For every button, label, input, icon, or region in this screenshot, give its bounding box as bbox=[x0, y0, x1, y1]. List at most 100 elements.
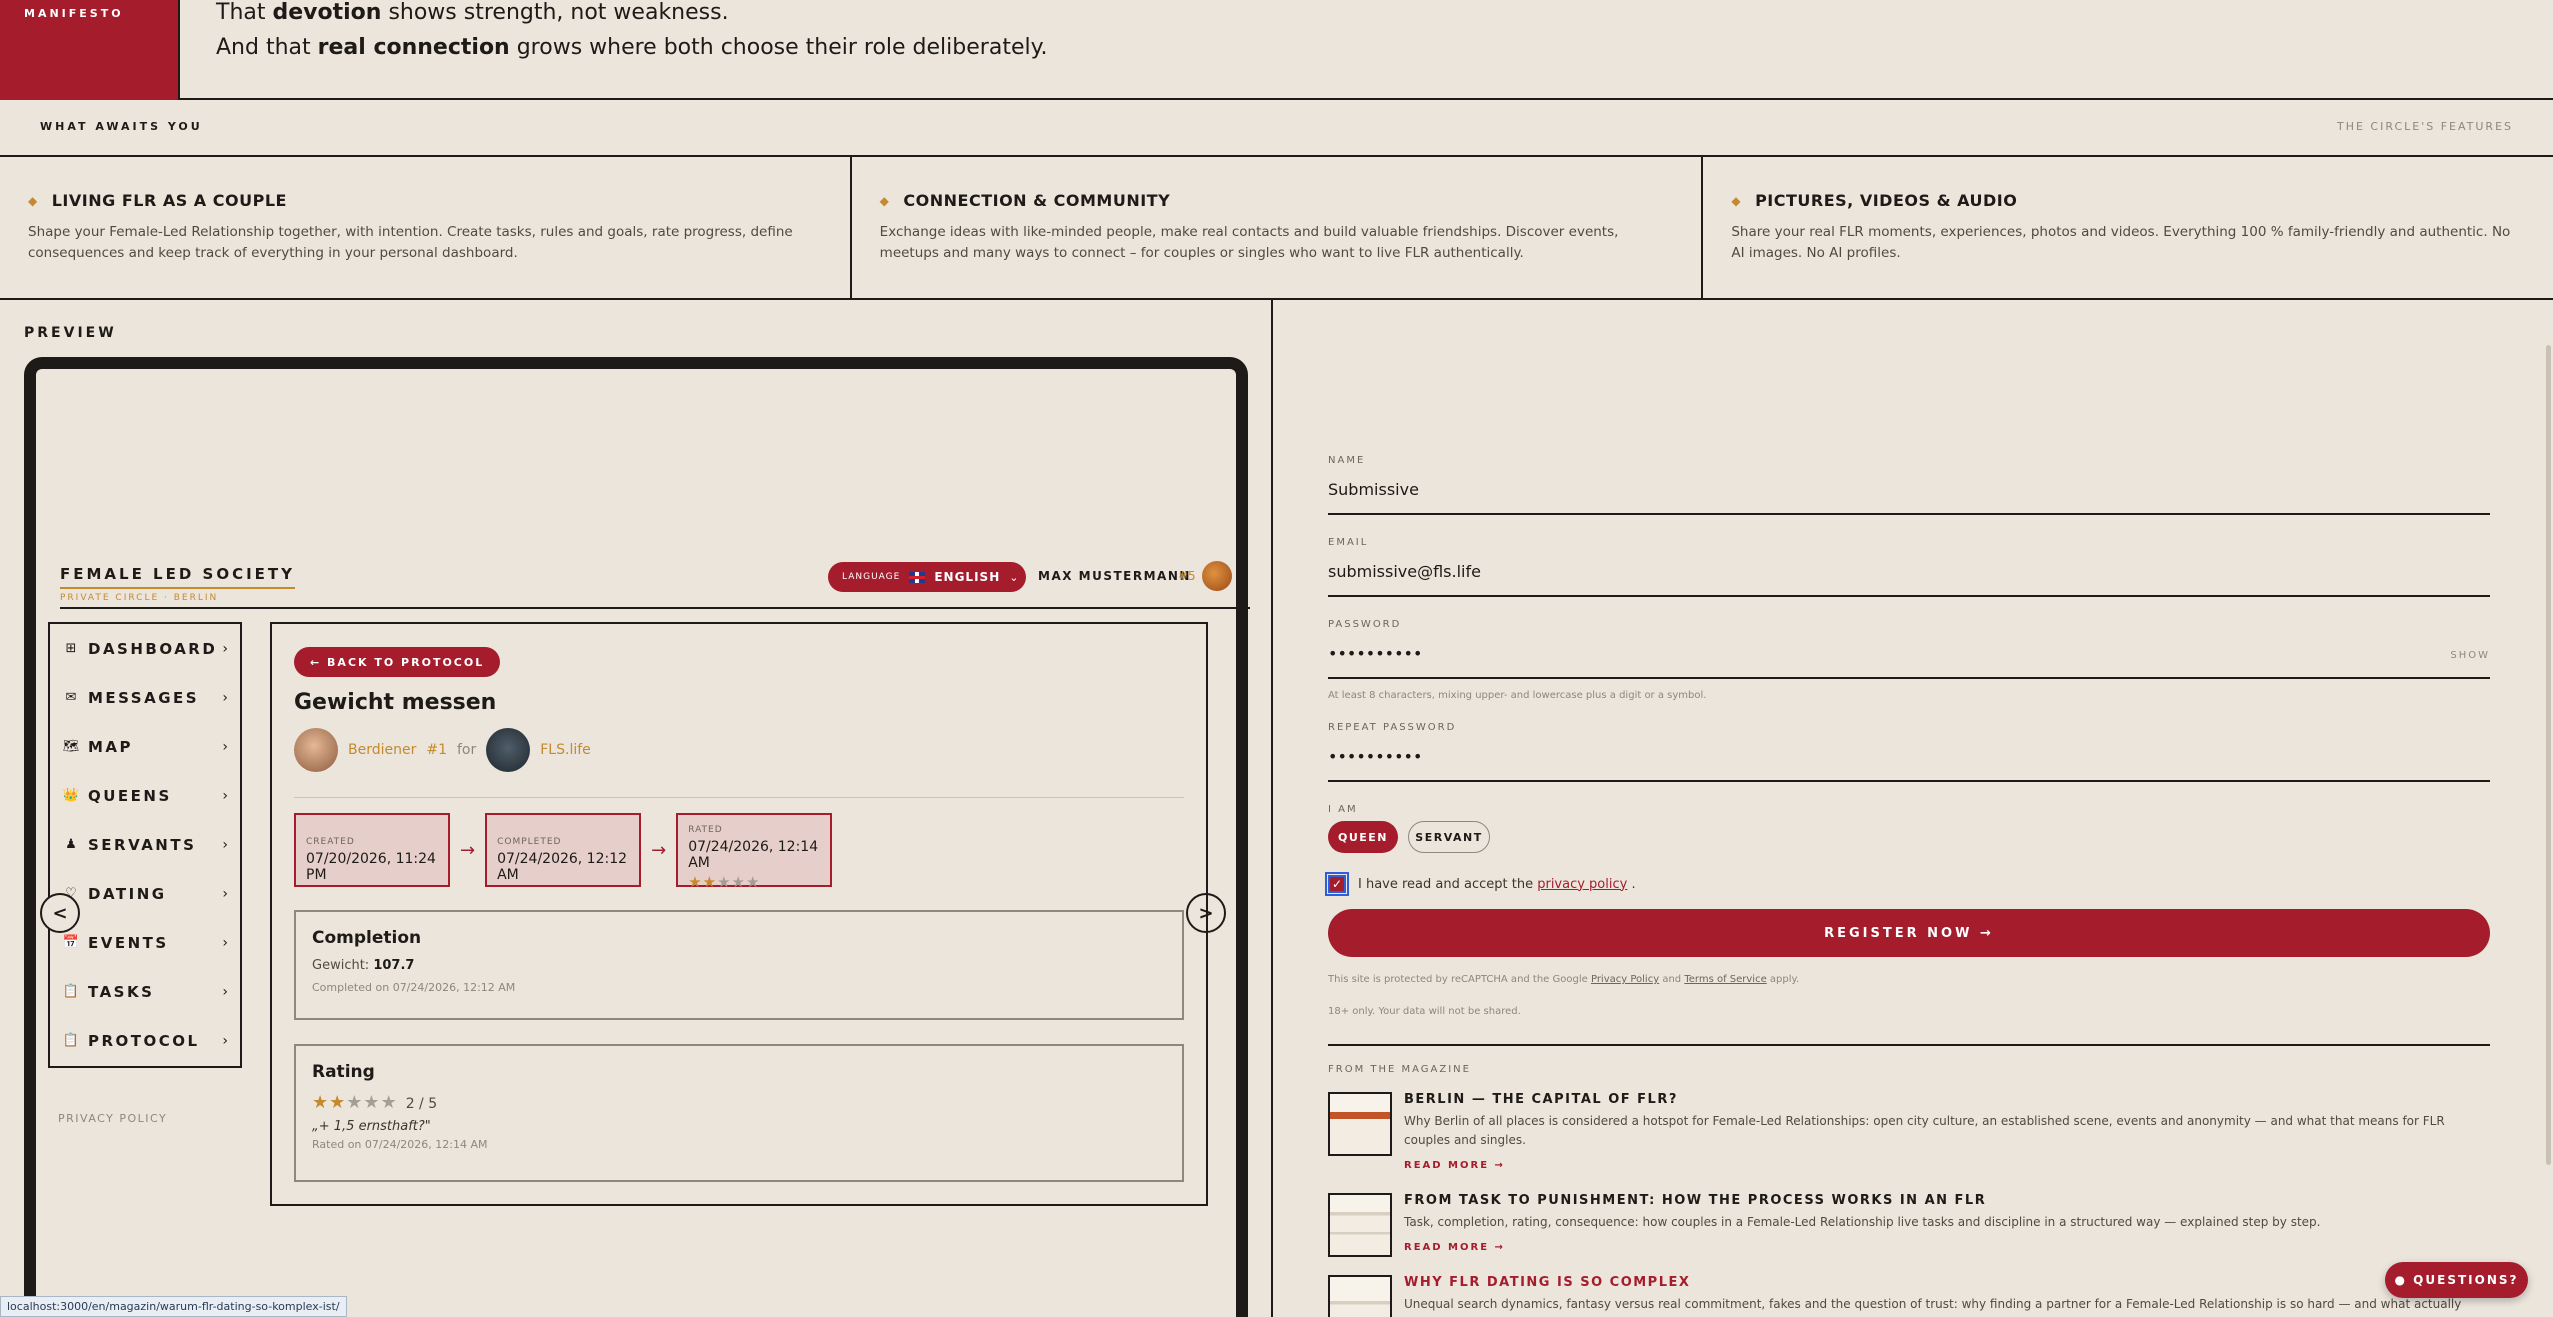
user-name[interactable]: MAX MUSTERMANN bbox=[1038, 569, 1191, 583]
show-password-button[interactable]: SHOW bbox=[2450, 650, 2490, 661]
chevron-right-icon: › bbox=[222, 787, 228, 804]
field-label: REPEAT PASSWORD bbox=[1328, 722, 1457, 733]
password-input[interactable]: •••••••••• SHOW bbox=[1328, 644, 2490, 679]
back-to-protocol-button[interactable]: ← BACK TO PROTOCOL bbox=[294, 647, 501, 677]
email-field[interactable]: EMAIL submissive@fls.life bbox=[1328, 537, 2490, 597]
avatar[interactable] bbox=[294, 728, 338, 772]
awaits-header: WHAT AWAITS YOU THE CIRCLE'S FEATURES bbox=[0, 100, 2553, 157]
field-label: PASSWORD bbox=[1328, 619, 1402, 630]
completion-field: Gewicht: 107.7 bbox=[312, 958, 1166, 973]
chevron-right-icon: › bbox=[222, 1032, 228, 1049]
google-terms-link[interactable]: Terms of Service bbox=[1684, 974, 1766, 985]
magazine-article[interactable]: FROM TASK TO PUNISHMENT: HOW THE PROCESS… bbox=[1328, 1193, 2490, 1257]
password-field[interactable]: PASSWORD •••••••••• SHOW bbox=[1328, 619, 2490, 679]
magazine-article[interactable]: BERLIN — THE CAPITAL OF FLR? Why Berlin … bbox=[1328, 1092, 2490, 1172]
article-thumbnail[interactable] bbox=[1328, 1193, 1392, 1257]
nav-label: QUEENS bbox=[88, 786, 172, 805]
messages-icon: ✉ bbox=[65, 690, 77, 705]
feature-desc: Share your real FLR moments, experiences… bbox=[1731, 224, 2511, 261]
to-user-name[interactable]: FLS.life bbox=[540, 742, 591, 758]
timeline-step-rated: RATED 07/24/2026, 12:14 AM ★★★★★ bbox=[676, 813, 833, 891]
consent-pre: I have read and accept the bbox=[1358, 876, 1534, 892]
chevron-down-icon: ⌄ bbox=[1009, 570, 1019, 584]
recaptcha-text: apply. bbox=[1769, 974, 1800, 985]
age-notice: 18+ only. Your data will not be shared. bbox=[1328, 1006, 1521, 1017]
language-selector[interactable]: LANGUAGE ENGLISH ⌄ bbox=[828, 562, 1026, 592]
consent-checkbox[interactable]: ✓ bbox=[1325, 872, 1349, 896]
star-filled-icon: ★ bbox=[329, 1092, 347, 1113]
from-user-number: #1 bbox=[426, 742, 447, 758]
feature-card: ◆ LIVING FLR AS A COUPLE Shape your Femal… bbox=[0, 157, 852, 298]
chevron-right-icon: › bbox=[222, 885, 228, 902]
privacy-policy-link[interactable]: privacy policy bbox=[1537, 877, 1627, 892]
name-field[interactable]: NAME Submissive bbox=[1328, 455, 2490, 515]
nav-item-events[interactable]: 📅 EVENTS › bbox=[50, 918, 240, 967]
name-input[interactable]: Submissive bbox=[1328, 480, 2490, 515]
article-title[interactable]: FROM TASK TO PUNISHMENT: HOW THE PROCESS… bbox=[1404, 1193, 1986, 1208]
clipboard-icon: 📋 bbox=[62, 1033, 80, 1048]
page-scrollbar[interactable] bbox=[2546, 345, 2551, 1165]
nav-label: TASKS bbox=[88, 982, 155, 1001]
repeat-password-input[interactable]: •••••••••• bbox=[1328, 747, 2490, 782]
nav-label: DASHBOARD bbox=[88, 639, 218, 658]
chevron-right-icon: › bbox=[222, 836, 228, 853]
star-empty-icon: ★ bbox=[731, 873, 746, 891]
nav-item-messages[interactable]: ✉ MESSAGES › bbox=[50, 673, 240, 722]
rating-quote: „+ 1,5 ernsthaft?" bbox=[312, 1119, 431, 1134]
article-title[interactable]: BERLIN — THE CAPITAL OF FLR? bbox=[1404, 1092, 1678, 1107]
feature-title: LIVING FLR AS A COUPLE bbox=[51, 191, 287, 210]
nav-item-map[interactable]: 🗺 MAP › bbox=[50, 722, 240, 771]
star-filled-icon: ★ bbox=[702, 873, 718, 891]
carousel-prev-button[interactable]: < bbox=[40, 893, 80, 933]
register-button[interactable]: REGISTER NOW → bbox=[1328, 909, 2490, 957]
questions-button[interactable]: ● QUESTIONS? bbox=[2385, 1262, 2528, 1298]
read-more-link[interactable]: READ MORE → bbox=[1404, 1160, 1505, 1171]
nav-label: MESSAGES bbox=[88, 688, 200, 707]
article-desc: Task, completion, rating, consequence: h… bbox=[1404, 1215, 2321, 1229]
diamond-icon: ◆ bbox=[1731, 193, 1742, 208]
clipboard-icon: 📋 bbox=[62, 984, 80, 999]
feature-title: PICTURES, VIDEOS & AUDIO bbox=[1755, 191, 2018, 210]
avatar[interactable] bbox=[486, 728, 531, 772]
repeat-password-field[interactable]: REPEAT PASSWORD •••••••••• bbox=[1328, 722, 2490, 782]
magazine-article[interactable]: WHY FLR DATING IS SO COMPLEX Unequal sea… bbox=[1328, 1275, 2490, 1317]
role-servant-button[interactable]: SERVANT bbox=[1408, 821, 1490, 853]
nav-item-queens[interactable]: 👑 QUEENS › bbox=[50, 771, 240, 820]
read-more-link[interactable]: READ MORE → bbox=[1404, 1242, 1505, 1253]
consent-post: . bbox=[1631, 876, 1636, 892]
manifesto-line-1: That devotion shows strength, not weakne… bbox=[216, 0, 729, 25]
features-row: ◆ LIVING FLR AS A COUPLE Shape your Femal… bbox=[0, 157, 2553, 300]
nav-item-servants[interactable]: ♟ SERVANTS › bbox=[50, 820, 240, 869]
article-thumbnail[interactable] bbox=[1328, 1275, 1392, 1317]
star-empty-icon: ★ bbox=[717, 873, 732, 891]
completion-note: Completed on 07/24/2026, 12:12 AM bbox=[312, 981, 516, 994]
step-value: 07/24/2026, 12:14 AM bbox=[688, 839, 819, 871]
preview-device-frame: FEMALE LED SOCIETY PRIVATE CIRCLE · BERL… bbox=[24, 357, 1250, 1317]
timeline-step-completed: COMPLETED 07/24/2026, 12:12 AM bbox=[485, 813, 642, 887]
article-desc: Why Berlin of all places is considered a… bbox=[1404, 1114, 2445, 1147]
dashboard-icon: ⊞ bbox=[65, 641, 77, 656]
rating-note: Rated on 07/24/2026, 12:14 AM bbox=[312, 1138, 488, 1151]
article-desc: Unequal search dynamics, fantasy versus … bbox=[1404, 1297, 2462, 1317]
article-thumbnail[interactable] bbox=[1328, 1092, 1392, 1156]
nav-item-protocol[interactable]: 📋 PROTOCOL › bbox=[50, 1016, 240, 1065]
nav-item-tasks[interactable]: 📋 TASKS › bbox=[50, 967, 240, 1016]
privacy-policy-link[interactable]: PRIVACY POLICY bbox=[58, 1112, 167, 1125]
nav-label: EVENTS bbox=[88, 933, 169, 952]
brand-logo[interactable]: FEMALE LED SOCIETY PRIVATE CIRCLE · BERL… bbox=[60, 565, 296, 603]
nav-label: SERVANTS bbox=[88, 835, 197, 854]
role-queen-button[interactable]: QUEEN bbox=[1328, 821, 1398, 853]
manifesto-bold: real connection bbox=[317, 35, 510, 60]
nav-label: PROTOCOL bbox=[88, 1031, 200, 1050]
field-value: 107.7 bbox=[373, 958, 415, 973]
google-privacy-link[interactable]: Privacy Policy bbox=[1591, 974, 1659, 985]
user-avatar[interactable] bbox=[1202, 561, 1232, 591]
article-title[interactable]: WHY FLR DATING IS SO COMPLEX bbox=[1404, 1275, 1690, 1290]
magazine-label: FROM THE MAGAZINE bbox=[1328, 1064, 1471, 1075]
diamond-icon: ◆ bbox=[28, 193, 38, 208]
diamond-icon: ◆ bbox=[879, 193, 890, 208]
app-header: FEMALE LED SOCIETY PRIVATE CIRCLE · BERL… bbox=[60, 561, 1250, 609]
nav-item-dashboard[interactable]: ⊞ DASHBOARD › bbox=[50, 624, 240, 673]
from-user-name[interactable]: Berdiener bbox=[348, 742, 416, 758]
email-input[interactable]: submissive@fls.life bbox=[1328, 562, 2490, 597]
